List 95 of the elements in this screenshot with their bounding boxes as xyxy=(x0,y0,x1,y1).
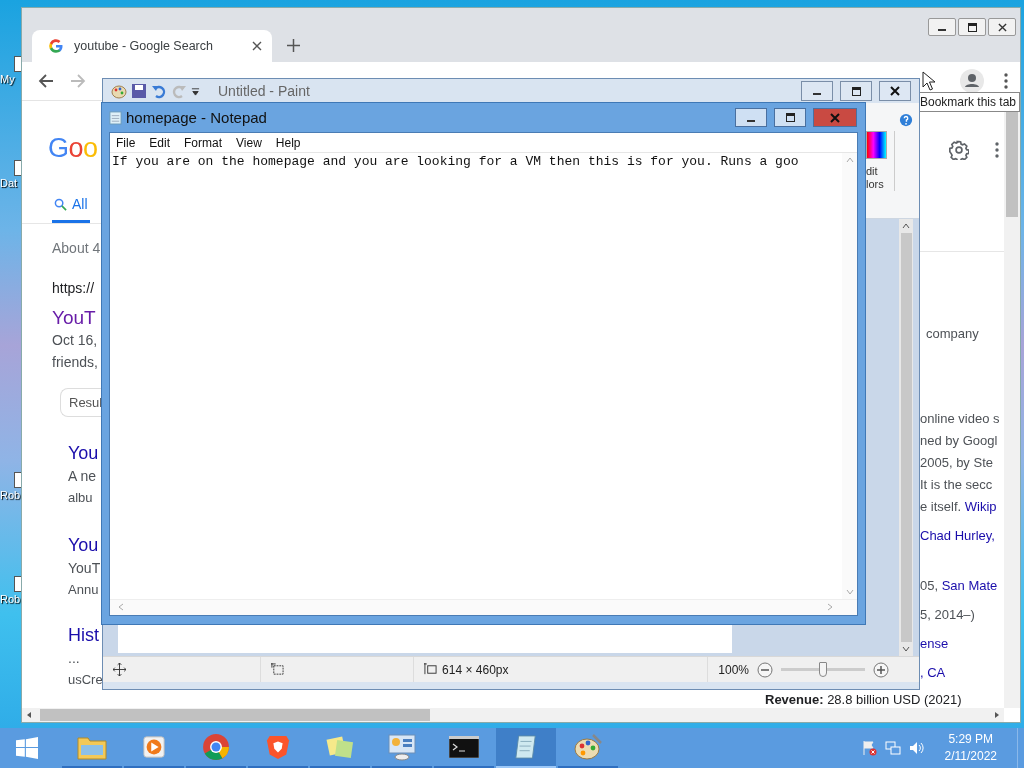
text-editor-area[interactable]: If you are on the homepage and you are looking for a VM then this is for you. Runs a goo xyxy=(110,153,857,599)
close-button[interactable] xyxy=(879,81,911,101)
window-title: homepage - Notepad xyxy=(126,109,267,126)
scroll-down-icon[interactable] xyxy=(902,645,910,653)
result-snippet: usCre xyxy=(68,671,103,689)
network-icon[interactable] xyxy=(884,740,901,756)
panel-text: 5, 2014–) xyxy=(920,607,975,622)
mouse-pointer-icon xyxy=(922,71,936,91)
search-icon[interactable] xyxy=(54,197,67,211)
panel-link[interactable]: , CA xyxy=(920,665,946,680)
menu-item[interactable]: File xyxy=(116,135,136,150)
notepad-icon[interactable] xyxy=(514,733,538,761)
palette-icon[interactable] xyxy=(111,83,127,99)
panel-text: 2005, by Ste xyxy=(920,455,993,470)
panel-link[interactable]: Chad Hurley, xyxy=(920,528,995,543)
panel-text: ned by Googl xyxy=(920,433,998,448)
lion-shield-icon[interactable] xyxy=(266,734,290,760)
menu-item[interactable]: View xyxy=(236,135,262,150)
selection-size-icon xyxy=(271,663,284,676)
panel-text: e itself. xyxy=(920,499,963,514)
terminal-icon[interactable] xyxy=(449,736,479,758)
result-snippet: YouT xyxy=(68,559,101,578)
zoom-level-text: 100% xyxy=(718,662,749,677)
notepad-icon xyxy=(109,110,122,125)
menu-item[interactable]: Format xyxy=(184,135,223,150)
panel-text: online video s xyxy=(920,411,1000,426)
result-snippet: ... xyxy=(68,649,81,668)
apps-menu-icon[interactable] xyxy=(995,142,999,158)
play-icon[interactable] xyxy=(142,735,166,759)
undo-icon[interactable] xyxy=(151,83,167,99)
close-button[interactable] xyxy=(988,18,1016,36)
close-icon[interactable] xyxy=(890,86,900,96)
maximize-button[interactable] xyxy=(774,108,806,127)
zoom-in-icon[interactable] xyxy=(873,661,889,678)
result-snippet: Annu xyxy=(68,581,100,599)
menu-item[interactable]: Edit xyxy=(149,135,171,150)
zoom-out-icon[interactable] xyxy=(757,661,773,678)
result-snippet: A ne xyxy=(68,467,98,486)
panel-link[interactable]: Wikip xyxy=(964,499,997,514)
help-icon[interactable] xyxy=(899,113,913,127)
document-text: If you are on the homepage and you are looking for a VM then this is for you. Runs a goo xyxy=(111,153,800,171)
palette-icon[interactable] xyxy=(573,733,603,761)
minimize-button[interactable] xyxy=(801,81,833,101)
result-title-link[interactable]: You xyxy=(68,443,99,464)
settings-icon[interactable] xyxy=(949,140,969,160)
close-icon[interactable] xyxy=(997,22,1007,32)
result-stats: About 4 xyxy=(52,240,101,256)
vertical-scrollbar[interactable] xyxy=(899,219,913,656)
panel-link[interactable]: ense xyxy=(920,636,949,651)
result-url[interactable]: https:// xyxy=(52,280,95,296)
horizontal-scrollbar[interactable] xyxy=(22,708,1004,722)
result-snippet: friends, xyxy=(52,353,98,372)
minimize-button[interactable] xyxy=(928,18,956,36)
result-title-link[interactable]: YouT xyxy=(52,307,96,329)
browser-tab[interactable]: youtube - Google Search xyxy=(32,30,272,62)
flag-warning-icon[interactable] xyxy=(860,740,877,756)
move-icon xyxy=(113,663,126,676)
back-icon[interactable] xyxy=(38,73,54,89)
google-icon xyxy=(48,38,64,54)
start-icon[interactable] xyxy=(16,737,38,759)
result-snippet: Oct 16, xyxy=(52,331,98,350)
menu-item[interactable]: Help xyxy=(275,135,301,150)
image-size-text: 614 × 460px xyxy=(442,662,509,677)
scroll-up-icon[interactable] xyxy=(902,222,910,230)
window-title: Untitled - Paint xyxy=(218,83,310,99)
profile-icon[interactable] xyxy=(960,69,984,93)
maximize-button[interactable] xyxy=(958,18,986,36)
edit-colors-label[interactable]: lors xyxy=(866,178,884,191)
edit-colors-label[interactable]: dit xyxy=(866,165,884,178)
color-spectrum-icon[interactable] xyxy=(866,131,887,159)
save-icon[interactable] xyxy=(131,83,147,99)
panel-link[interactable]: San Mate xyxy=(941,578,998,593)
zoom-slider-thumb[interactable] xyxy=(819,662,827,677)
sticky-notes-icon[interactable] xyxy=(326,734,354,760)
close-tab-icon[interactable] xyxy=(252,41,262,51)
result-title-link[interactable]: You xyxy=(68,535,101,556)
volume-icon[interactable] xyxy=(908,740,925,756)
panel-text: 05, xyxy=(920,578,940,593)
new-tab-icon[interactable] xyxy=(287,39,300,52)
control-panel-icon[interactable] xyxy=(387,733,417,761)
browser-icon[interactable] xyxy=(202,733,230,761)
panel-text: It is the secc xyxy=(920,477,993,492)
result-snippet: albu xyxy=(68,489,94,507)
image-size-icon xyxy=(424,663,438,676)
dropdown-icon[interactable] xyxy=(191,86,200,96)
menu-icon[interactable] xyxy=(1004,73,1008,89)
scroll-right-icon[interactable] xyxy=(993,711,1001,719)
revenue-text: Revenue: 28.8 billion USD (2021) xyxy=(765,692,962,708)
maximize-button[interactable] xyxy=(840,81,872,101)
scroll-left-icon[interactable] xyxy=(25,711,33,719)
folder-icon[interactable] xyxy=(77,734,107,760)
result-title-link[interactable]: Hist xyxy=(68,625,103,646)
google-logo[interactable]: Goo xyxy=(48,133,98,164)
minimize-button[interactable] xyxy=(735,108,767,127)
panel-text: company xyxy=(926,326,979,341)
